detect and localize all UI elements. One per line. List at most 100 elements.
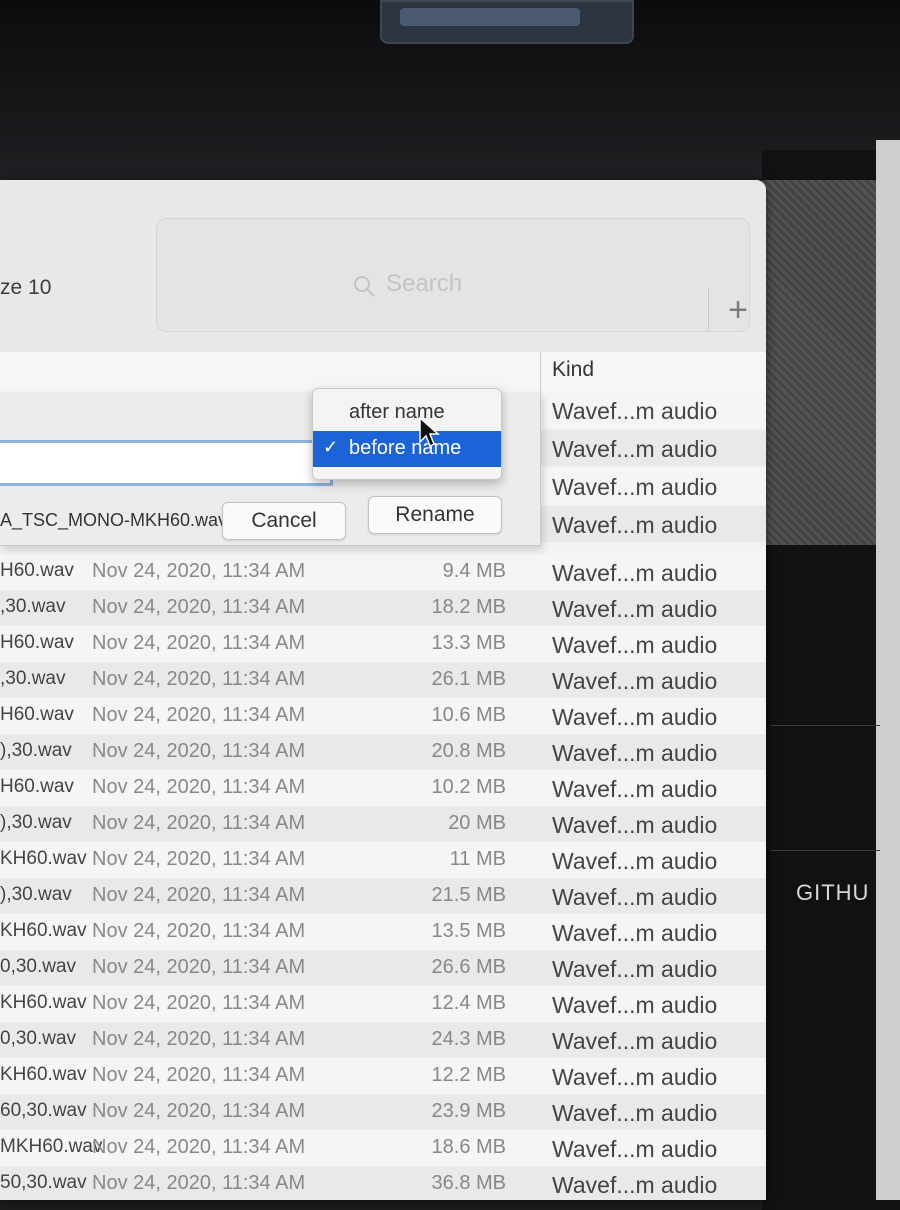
file-name-cell: ),30.wav bbox=[0, 812, 72, 833]
kind-cell: Wavef...m audio bbox=[552, 992, 718, 1018]
kind-cell: Wavef...m audio bbox=[552, 668, 718, 694]
size-cell: 13.5 MB bbox=[431, 920, 506, 942]
mouse-pointer-icon bbox=[419, 416, 440, 448]
kind-column-header[interactable]: Kind bbox=[552, 358, 594, 382]
window-title: ze 10 bbox=[0, 276, 52, 299]
size-cell: 18.6 MB bbox=[431, 1136, 506, 1158]
table-row[interactable]: H60.wav Nov 24, 2020, 11:34 AM 13.3 MB W… bbox=[0, 626, 766, 663]
table-row[interactable]: KH60.wav Nov 24, 2020, 11:34 AM 13.5 MB … bbox=[0, 914, 766, 951]
date-cell: Nov 24, 2020, 11:34 AM bbox=[92, 1136, 306, 1158]
file-name-cell: KH60.wav bbox=[0, 920, 87, 941]
table-row[interactable]: H60.wav Nov 24, 2020, 11:34 AM 9.4 MB Wa… bbox=[0, 554, 766, 591]
kind-cell: Wavef...m audio bbox=[552, 1064, 718, 1090]
table-row[interactable]: Wavef...m audio bbox=[540, 506, 766, 542]
size-cell: 12.2 MB bbox=[431, 1064, 506, 1086]
kind-cell: Wavef...m audio bbox=[552, 1100, 718, 1126]
table-row[interactable]: 0,30.wav Nov 24, 2020, 11:34 AM 24.3 MB … bbox=[0, 1022, 766, 1059]
file-name-cell: 0,30.wav bbox=[0, 956, 77, 977]
date-cell: Nov 24, 2020, 11:34 AM bbox=[92, 956, 306, 978]
file-name-cell: 50,30.wav bbox=[0, 1172, 87, 1193]
size-cell: 26.6 MB bbox=[431, 956, 506, 978]
kind-cell: Wavef...m audio bbox=[552, 848, 718, 874]
table-row[interactable]: ),30.wav Nov 24, 2020, 11:34 AM 20.8 MB … bbox=[0, 734, 766, 771]
background-image bbox=[762, 180, 882, 545]
date-cell: Nov 24, 2020, 11:34 AM bbox=[92, 560, 306, 582]
divider bbox=[770, 850, 880, 851]
size-cell: 13.3 MB bbox=[431, 632, 506, 654]
table-row[interactable]: Wavef...m audio bbox=[540, 468, 766, 504]
file-name-cell: H60.wav bbox=[0, 704, 74, 725]
add-criteria-button[interactable]: + bbox=[708, 288, 766, 332]
file-name-cell: 60,30.wav bbox=[0, 1100, 87, 1121]
search-icon bbox=[354, 276, 375, 297]
table-row[interactable]: 0,30.wav Nov 24, 2020, 11:34 AM 26.6 MB … bbox=[0, 950, 766, 987]
kind-cell: Wavef...m audio bbox=[552, 474, 718, 500]
size-cell: 11 MB bbox=[449, 848, 506, 870]
table-row[interactable]: H60.wav Nov 24, 2020, 11:34 AM 10.2 MB W… bbox=[0, 770, 766, 807]
file-name-cell: 0,30.wav bbox=[0, 1028, 77, 1049]
kind-cell: Wavef...m audio bbox=[552, 776, 718, 802]
date-cell: Nov 24, 2020, 11:34 AM bbox=[92, 884, 306, 906]
table-row[interactable]: KH60.wav Nov 24, 2020, 11:34 AM 12.4 MB … bbox=[0, 986, 766, 1023]
date-cell: Nov 24, 2020, 11:34 AM bbox=[92, 920, 306, 942]
file-name-cell: KH60.wav bbox=[0, 992, 87, 1013]
file-name-cell: MKH60.wav bbox=[0, 1136, 103, 1157]
table-row[interactable]: ),30.wav Nov 24, 2020, 11:34 AM 21.5 MB … bbox=[0, 878, 766, 915]
table-row[interactable]: KH60.wav Nov 24, 2020, 11:34 AM 12.2 MB … bbox=[0, 1058, 766, 1095]
kind-cell: Wavef...m audio bbox=[552, 1028, 718, 1054]
table-row[interactable]: ,30.wav Nov 24, 2020, 11:34 AM 18.2 MB W… bbox=[0, 590, 766, 627]
cancel-button[interactable]: Cancel bbox=[222, 502, 346, 540]
kind-cell: Wavef...m audio bbox=[552, 704, 718, 730]
menu-item-before-name[interactable]: ✓ before name bbox=[313, 431, 501, 467]
rename-button[interactable]: Rename bbox=[368, 496, 502, 534]
date-cell: Nov 24, 2020, 11:34 AM bbox=[92, 668, 306, 690]
table-row[interactable]: ),30.wav Nov 24, 2020, 11:34 AM 20 MB Wa… bbox=[0, 806, 766, 843]
divider bbox=[770, 725, 880, 726]
size-cell: 24.3 MB bbox=[431, 1028, 506, 1050]
menu-item-label: before name bbox=[349, 437, 462, 459]
size-cell: 23.9 MB bbox=[431, 1100, 506, 1122]
file-name-cell: KH60.wav bbox=[0, 848, 87, 869]
size-cell: 10.6 MB bbox=[431, 704, 506, 726]
size-cell: 36.8 MB bbox=[431, 1172, 506, 1194]
rename-text-field[interactable] bbox=[0, 440, 333, 486]
date-cell: Nov 24, 2020, 11:34 AM bbox=[92, 1064, 306, 1086]
checkmark-icon: ✓ bbox=[323, 437, 339, 457]
kind-cell: Wavef...m audio bbox=[552, 956, 718, 982]
menu-item-after-name[interactable]: after name bbox=[313, 395, 501, 431]
background-device bbox=[380, 0, 634, 44]
date-cell: Nov 24, 2020, 11:34 AM bbox=[92, 704, 306, 726]
table-row[interactable]: Wavef...m audio bbox=[540, 392, 766, 428]
kind-cell: Wavef...m audio bbox=[552, 812, 718, 838]
table-row[interactable]: 60,30.wav Nov 24, 2020, 11:34 AM 23.9 MB… bbox=[0, 1094, 766, 1131]
size-cell: 9.4 MB bbox=[442, 560, 506, 582]
size-cell: 12.4 MB bbox=[431, 992, 506, 1014]
kind-cell: Wavef...m audio bbox=[552, 436, 718, 462]
kind-cell: Wavef...m audio bbox=[552, 740, 718, 766]
table-row[interactable]: ,30.wav Nov 24, 2020, 11:34 AM 26.1 MB W… bbox=[0, 662, 766, 699]
file-name-cell: H60.wav bbox=[0, 560, 74, 581]
column-divider[interactable] bbox=[540, 352, 541, 392]
size-cell: 18.2 MB bbox=[431, 596, 506, 618]
file-name-cell: ),30.wav bbox=[0, 884, 72, 905]
kind-cell: Wavef...m audio bbox=[552, 596, 718, 622]
background-window-edge bbox=[876, 140, 900, 1200]
background-heading: GITHU bbox=[796, 880, 870, 905]
date-cell: Nov 24, 2020, 11:34 AM bbox=[92, 1172, 306, 1194]
kind-cell: Wavef...m audio bbox=[552, 1136, 718, 1162]
table-row[interactable]: Wavef...m audio bbox=[540, 430, 766, 466]
kind-cell: Wavef...m audio bbox=[552, 1172, 718, 1198]
size-cell: 20.8 MB bbox=[431, 740, 506, 762]
position-popup-menu: after name ✓ before name bbox=[312, 388, 502, 480]
date-cell: Nov 24, 2020, 11:34 AM bbox=[92, 1028, 306, 1050]
table-row[interactable]: 50,30.wav Nov 24, 2020, 11:34 AM 36.8 MB… bbox=[0, 1166, 766, 1200]
file-name-cell: H60.wav bbox=[0, 632, 74, 653]
table-row[interactable]: MKH60.wav Nov 24, 2020, 11:34 AM 18.6 MB… bbox=[0, 1130, 766, 1167]
kind-cell: Wavef...m audio bbox=[552, 512, 718, 538]
file-name-cell: H60.wav bbox=[0, 776, 74, 797]
date-cell: Nov 24, 2020, 11:34 AM bbox=[92, 596, 306, 618]
table-row[interactable]: KH60.wav Nov 24, 2020, 11:34 AM 11 MB Wa… bbox=[0, 842, 766, 879]
table-row[interactable]: H60.wav Nov 24, 2020, 11:34 AM 10.6 MB W… bbox=[0, 698, 766, 735]
file-name-cell: ),30.wav bbox=[0, 740, 72, 761]
date-cell: Nov 24, 2020, 11:34 AM bbox=[92, 632, 306, 654]
